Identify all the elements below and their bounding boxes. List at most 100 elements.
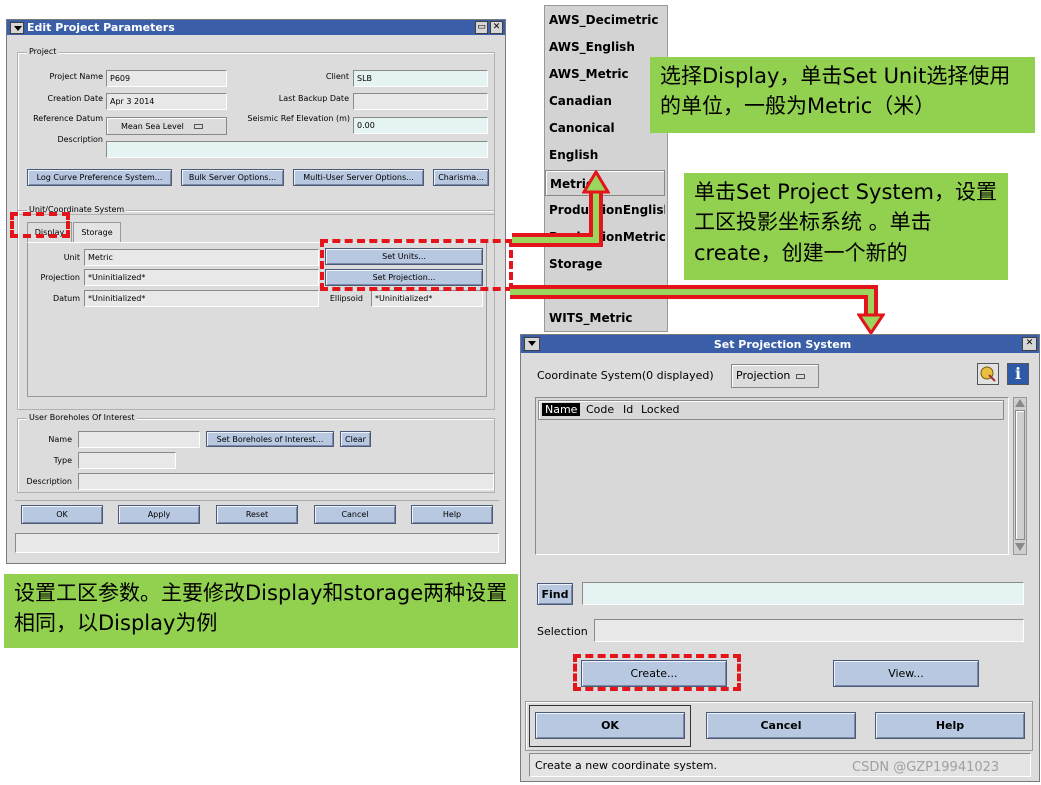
window-menu-icon[interactable] xyxy=(524,337,540,351)
bh-type-field xyxy=(78,452,176,469)
multi-user-server-button[interactable]: Multi-User Server Options... xyxy=(293,169,424,186)
scroll-up-icon[interactable] xyxy=(1015,399,1025,407)
menu-item-aws-english[interactable]: AWS_English xyxy=(545,34,665,60)
scroll-thumb[interactable] xyxy=(1015,410,1025,540)
description-field[interactable] xyxy=(106,141,488,158)
charisma-button[interactable]: Charisma... xyxy=(433,169,489,186)
window-menu-icon[interactable] xyxy=(10,21,24,34)
creation-date-field: Apr 3 2014 xyxy=(106,93,227,110)
ref-datum-label: Reference Datum xyxy=(33,114,103,123)
set-boreholes-button[interactable]: Set Boreholes of Interest... xyxy=(206,431,334,447)
edit-status-bar xyxy=(15,533,499,553)
selection-label: Selection xyxy=(537,625,588,638)
seismic-ref-field[interactable]: 0.00 xyxy=(353,117,488,134)
menu-item-storage[interactable]: Storage xyxy=(545,251,665,277)
description-label: Description xyxy=(57,135,103,144)
highlight-set-buttons xyxy=(320,239,513,291)
scroll-down-icon[interactable] xyxy=(1015,543,1025,551)
info-icon[interactable]: i xyxy=(1007,363,1029,385)
bh-name-label: Name xyxy=(48,435,72,444)
coord-system-select[interactable]: Projection xyxy=(731,364,819,388)
highlight-create-button xyxy=(573,654,741,691)
last-backup-label: Last Backup Date xyxy=(278,94,349,103)
project-name-field[interactable]: P609 xyxy=(106,70,227,87)
projection-ok-button[interactable]: OK xyxy=(535,712,685,739)
find-input[interactable] xyxy=(582,582,1024,605)
datum-field: *Uninitialized* xyxy=(84,290,319,307)
unit-label: Unit xyxy=(63,253,80,262)
coord-system-value: Projection xyxy=(736,369,791,382)
menu-item-english[interactable]: English xyxy=(545,142,665,168)
dropdown-icon xyxy=(796,373,806,379)
column-locked[interactable]: Locked xyxy=(641,403,679,416)
selection-field xyxy=(594,619,1024,642)
menu-item-canadian[interactable]: Canadian xyxy=(545,88,665,114)
reset-button[interactable]: Reset xyxy=(216,505,298,524)
coord-system-list[interactable]: Name Code Id Locked xyxy=(535,397,1009,555)
tab-storage[interactable]: Storage xyxy=(73,222,121,242)
projection-window: Set Projection System ✕ Coordinate Syste… xyxy=(520,334,1040,782)
apply-button[interactable]: Apply xyxy=(118,505,200,524)
arrow-units-fill-v xyxy=(593,192,599,243)
ref-datum-select[interactable]: Mean Sea Level xyxy=(106,117,227,135)
arrow-proj-fill-h xyxy=(510,289,874,295)
arrow-units-head xyxy=(582,170,610,194)
boreholes-group-label: User Boreholes Of Interest xyxy=(27,413,137,422)
column-code[interactable]: Code xyxy=(586,403,614,416)
help-button[interactable]: Help xyxy=(411,505,493,524)
bulk-server-button[interactable]: Bulk Server Options... xyxy=(181,169,284,186)
find-button[interactable]: Find xyxy=(537,583,573,605)
maximize-icon[interactable]: ▭ xyxy=(475,21,488,34)
menu-item-canonical[interactable]: Canonical xyxy=(545,115,665,141)
last-backup-field xyxy=(353,93,488,110)
arrow-units-fill-h xyxy=(512,237,596,243)
projection-field: *Uninitialized* xyxy=(84,269,319,286)
projection-help-button[interactable]: Help xyxy=(875,712,1025,739)
creation-date-label: Creation Date xyxy=(47,94,103,103)
client-field[interactable]: SLB xyxy=(353,70,488,87)
pointer-help-icon[interactable] xyxy=(977,363,999,385)
edit-project-window: Edit Project Parameters ▭ ✕ Project Proj… xyxy=(6,19,506,564)
cancel-button[interactable]: Cancel xyxy=(314,505,396,524)
ref-datum-value: Mean Sea Level xyxy=(121,122,184,131)
ok-button[interactable]: OK xyxy=(21,505,103,524)
edit-window-title: Edit Project Parameters xyxy=(27,21,175,34)
unit-field: Metric xyxy=(84,249,319,266)
column-id[interactable]: Id xyxy=(623,403,633,416)
highlight-display-tab xyxy=(10,212,70,238)
view-button[interactable]: View... xyxy=(833,660,979,687)
bh-name-field[interactable] xyxy=(78,431,200,448)
annotation-middle: 单击Set Project System，设置工区投影坐标系统 。单击creat… xyxy=(684,173,1008,280)
column-name[interactable]: Name xyxy=(542,403,581,416)
annotation-bottom: 设置工区参数。主要修改Display和storage两种设置相同，以Displa… xyxy=(4,574,518,648)
datum-label: Datum xyxy=(52,294,80,303)
projection-label: Projection xyxy=(40,273,80,282)
arrow-proj-head xyxy=(857,313,885,335)
watermark: CSDN @GZP19941023 xyxy=(852,760,1000,775)
menu-item-aws-decimetric[interactable]: AWS_Decimetric xyxy=(545,7,665,33)
close-icon[interactable]: ✕ xyxy=(490,21,503,34)
list-header: Name Code Id Locked xyxy=(538,400,1004,420)
list-scrollbar[interactable] xyxy=(1013,397,1027,555)
close-icon[interactable]: ✕ xyxy=(1022,337,1037,351)
projection-window-title: Set Projection System xyxy=(713,337,852,351)
menu-item-production-english[interactable]: ProductionEnglish xyxy=(545,197,665,223)
project-name-label: Project Name xyxy=(49,72,103,81)
edit-window-titlebar[interactable]: Edit Project Parameters ▭ ✕ xyxy=(7,20,505,35)
dropdown-icon xyxy=(193,124,203,129)
menu-item-aws-metric[interactable]: AWS_Metric xyxy=(545,61,665,87)
projection-cancel-button[interactable]: Cancel xyxy=(706,712,856,739)
log-curve-button[interactable]: Log Curve Preference System... xyxy=(27,169,172,186)
unit-menu: AWS_Decimetric AWS_English AWS_Metric Ca… xyxy=(544,5,668,332)
annotation-top: 选择Display，单击Set Unit选择使用的单位，一般为Metric（米） xyxy=(650,57,1035,133)
bh-description-label: Description xyxy=(26,477,72,486)
project-group-label: Project xyxy=(27,47,59,56)
projection-window-titlebar[interactable]: Set Projection System ✕ xyxy=(521,335,1039,353)
ellipsoid-field: *Uninitialized* xyxy=(371,290,483,307)
menu-item-wits-metric[interactable]: WITS_Metric xyxy=(545,305,665,331)
client-label: Client xyxy=(325,72,349,81)
seismic-ref-label: Seismic Ref Elevation (m) xyxy=(247,114,350,123)
coord-system-label: Coordinate System(0 displayed) xyxy=(537,369,714,382)
clear-button[interactable]: Clear xyxy=(340,431,371,447)
bh-type-label: Type xyxy=(53,456,72,465)
